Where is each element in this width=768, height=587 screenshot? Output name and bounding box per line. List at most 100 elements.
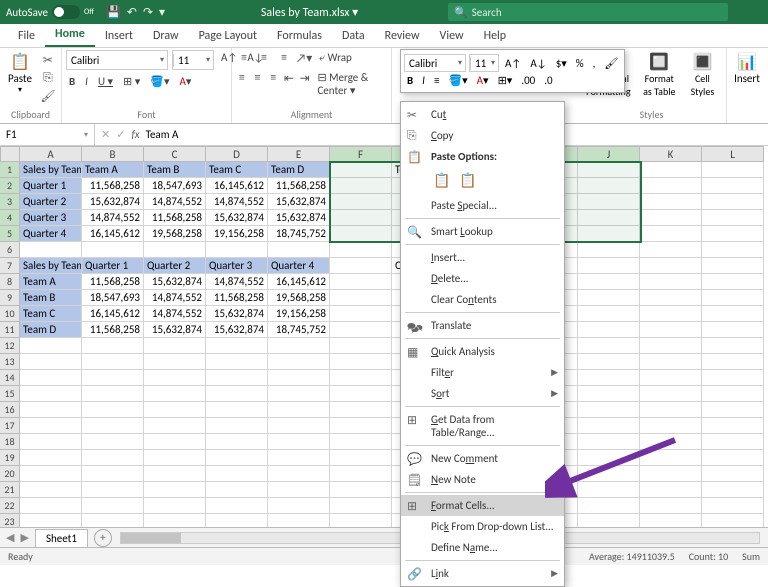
cell[interactable] [578, 434, 640, 450]
cell[interactable]: Quarter 4 [268, 258, 330, 274]
cell[interactable] [20, 370, 82, 386]
cell[interactable] [330, 434, 392, 450]
copy-icon[interactable]: ⎘ [40, 70, 56, 86]
cell[interactable] [82, 434, 144, 450]
cell[interactable] [144, 402, 206, 418]
cell[interactable] [144, 450, 206, 466]
cell[interactable]: 15,632,874 [206, 322, 268, 338]
filename[interactable]: Sales by Team.xlsx ▾ [171, 5, 448, 20]
cell[interactable] [206, 498, 268, 514]
ctx-pick-list[interactable]: Pick From Drop-down List... [401, 516, 564, 537]
cell[interactable]: 15,632,874 [268, 210, 330, 226]
cell[interactable]: 18,547,693 [144, 178, 206, 194]
cell[interactable]: Team B [20, 290, 82, 306]
italic-button[interactable]: I [419, 73, 428, 88]
cell[interactable]: 14,874,552 [82, 210, 144, 226]
cell[interactable] [20, 466, 82, 482]
cell[interactable]: 11,568,258 [82, 178, 144, 194]
autosave-toggle[interactable]: AutoSave Off [0, 5, 100, 19]
paste-option-1[interactable]: 📋 [431, 169, 453, 191]
cell[interactable] [578, 498, 640, 514]
cell[interactable] [578, 322, 640, 338]
cell[interactable] [578, 466, 640, 482]
ctx-get-data[interactable]: ⊞Get Data from Table/Range... [401, 409, 564, 443]
column-headers[interactable]: ABCDEFGHIJKL [20, 146, 764, 162]
row-header[interactable]: 11 [0, 322, 20, 338]
cell[interactable] [330, 466, 392, 482]
cell[interactable]: 11,568,258 [144, 210, 206, 226]
cell[interactable] [144, 466, 206, 482]
cell[interactable] [268, 466, 330, 482]
fill-color-button[interactable]: 🪣▾ [147, 74, 172, 89]
cell[interactable]: 15,632,874 [144, 274, 206, 290]
cell[interactable]: Quarter 3 [20, 210, 82, 226]
cell[interactable] [640, 482, 702, 498]
cell[interactable] [702, 466, 764, 482]
align-bottom-icon[interactable]: ≡ [276, 50, 292, 66]
ctx-filter[interactable]: Filter▶ [401, 362, 564, 383]
cell[interactable] [702, 482, 764, 498]
cell[interactable] [702, 370, 764, 386]
cell[interactable] [702, 226, 764, 242]
tab-data[interactable]: Data [332, 25, 375, 47]
row-header[interactable]: 20 [0, 466, 20, 482]
cell[interactable] [20, 354, 82, 370]
ctx-quick-analysis[interactable]: ▦Quick Analysis [401, 341, 564, 362]
cell[interactable]: 19,568,258 [268, 290, 330, 306]
paste-option-2[interactable]: 📋 [457, 169, 479, 191]
cell[interactable]: 16,145,612 [206, 178, 268, 194]
cell[interactable] [20, 386, 82, 402]
cell[interactable]: Quarter 1 [82, 258, 144, 274]
cell[interactable]: Team B [144, 162, 206, 178]
row-header[interactable]: 1 [0, 162, 20, 178]
sheet-tab[interactable]: Sheet1 [35, 529, 88, 547]
format-painter-icon[interactable]: 🖌 [40, 88, 56, 104]
formula-value[interactable]: Team A [146, 128, 179, 141]
cell[interactable]: Quarter 2 [144, 258, 206, 274]
next-sheet-icon[interactable]: ▶ [20, 531, 28, 544]
cell[interactable] [206, 354, 268, 370]
cell[interactable] [702, 338, 764, 354]
align-icon[interactable]: ≡ [431, 73, 442, 88]
cell[interactable] [144, 354, 206, 370]
cut-icon[interactable]: ✂ [40, 52, 56, 68]
cell-styles-button[interactable]: 🔳 Cell Styles [683, 50, 722, 100]
ctx-format-cells[interactable]: ⊞Format Cells... [401, 495, 564, 516]
font-name-combo[interactable]: Calibri ▾ [66, 50, 168, 70]
redo-icon[interactable]: ↷ [143, 5, 153, 20]
cell[interactable]: Team A [20, 274, 82, 290]
ctx-translate[interactable]: 🗫Translate [401, 315, 564, 336]
cell[interactable] [702, 354, 764, 370]
cell[interactable] [144, 418, 206, 434]
bold-button[interactable]: B [404, 73, 416, 88]
cell[interactable] [640, 450, 702, 466]
enter-icon[interactable]: ✓ [116, 128, 125, 141]
tab-draw[interactable]: Draw [143, 25, 189, 47]
cell[interactable]: 16,145,612 [268, 274, 330, 290]
align-center-icon[interactable]: ≡ [252, 70, 264, 86]
format-as-table-button[interactable]: 🔲 Format as Table [638, 50, 681, 100]
cell[interactable] [640, 370, 702, 386]
cell[interactable] [640, 274, 702, 290]
qat-customize-icon[interactable]: ▾ [159, 5, 165, 20]
cell[interactable] [20, 482, 82, 498]
cell[interactable] [640, 402, 702, 418]
row-header[interactable]: 15 [0, 386, 20, 402]
cell[interactable]: 14,874,552 [144, 194, 206, 210]
cell[interactable] [578, 274, 640, 290]
cell[interactable] [206, 434, 268, 450]
cell[interactable] [330, 162, 392, 178]
border-icon[interactable]: ⊞▾ [495, 73, 516, 88]
cell[interactable] [206, 482, 268, 498]
bold-button[interactable]: B [66, 74, 78, 89]
cell[interactable] [206, 242, 268, 258]
cell[interactable]: 11,568,258 [82, 322, 144, 338]
cell[interactable] [702, 498, 764, 514]
row-header[interactable]: 10 [0, 306, 20, 322]
font-size-combo[interactable]: 11 ▾ [172, 50, 214, 70]
cell[interactable]: 15,632,874 [206, 210, 268, 226]
cell[interactable] [268, 434, 330, 450]
merge-center-button[interactable]: ⊟ Merge & Center ▾ [314, 70, 387, 98]
cell[interactable]: 11,568,258 [268, 178, 330, 194]
percent-icon[interactable]: % [573, 56, 587, 71]
